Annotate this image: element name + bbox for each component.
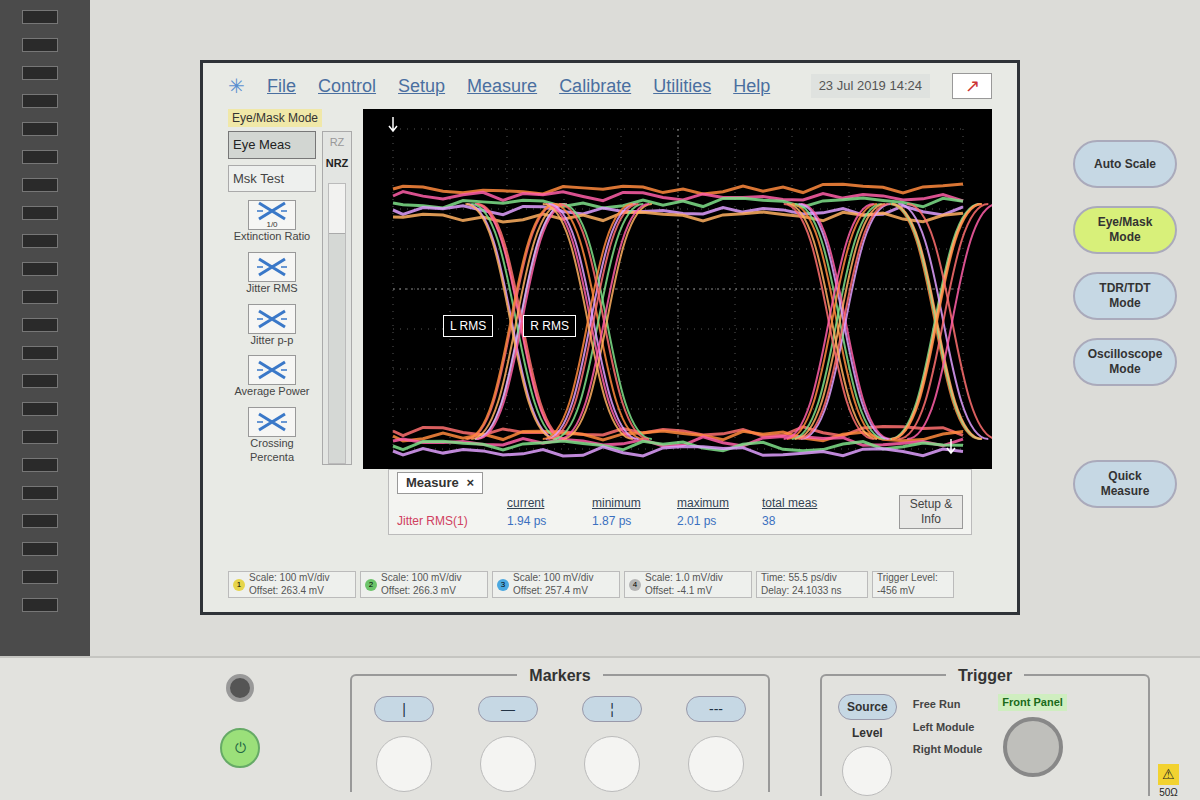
menu-bar: ✳FileControlSetupMeasureCalibrateUtiliti… <box>228 69 992 103</box>
connector-icon <box>1003 717 1063 777</box>
eye-measure-icon <box>255 412 289 432</box>
menu-item[interactable]: Measure <box>467 73 537 100</box>
coding-toggle[interactable]: NRZ <box>326 153 349 174</box>
measure-column: maximum <box>677 494 762 512</box>
instrument: ✳FileControlSetupMeasureCalibrateUtiliti… <box>0 0 1200 800</box>
measure-column: current <box>507 494 592 512</box>
front-buttons: Auto Scale Eye/Mask Mode TDR/TDT Mode Oscil… <box>1050 0 1200 656</box>
front-button[interactable]: Oscilloscope Mode <box>1073 338 1177 386</box>
setup-info-button[interactable]: Setup & Info <box>899 495 963 529</box>
measure-column: minimum <box>592 494 677 512</box>
channel-info[interactable]: 4Scale: 1.0 mV/divOffset: -4.1 mV <box>624 571 752 598</box>
rms-marker[interactable]: R RMS <box>523 315 576 337</box>
measurement-button[interactable]: 1/0Extinction Ratio <box>228 200 316 244</box>
power-button[interactable]: ⏻ <box>220 728 260 768</box>
menu-item[interactable]: Setup <box>398 73 445 100</box>
warning-icon: ⚠ <box>1158 764 1179 785</box>
coding-toggle[interactable]: RZ <box>330 132 345 153</box>
trigger-option[interactable]: Front Panel <box>998 694 1067 711</box>
close-icon[interactable]: × <box>466 475 474 490</box>
menu-item[interactable]: Help <box>733 73 770 100</box>
knob[interactable] <box>480 736 536 792</box>
trigger-info[interactable]: Trigger Level:-456 mV <box>872 571 954 598</box>
menu-item[interactable]: Calibrate <box>559 73 631 100</box>
date-time: 23 Jul 2019 14:24 <box>811 74 930 98</box>
measure-column: total meas <box>762 494 847 512</box>
trigger-option[interactable]: Free Run <box>913 696 983 713</box>
measurement-button[interactable]: Jitter RMS <box>228 252 316 296</box>
channel-info[interactable]: 3Scale: 100 mV/divOffset: 257.4 mV <box>492 571 620 598</box>
marker-button[interactable]: — <box>478 696 538 722</box>
trend-icon[interactable]: ↗ <box>952 73 992 99</box>
level-knob[interactable] <box>842 746 892 796</box>
channel-info[interactable]: 2Scale: 100 mV/divOffset: 266.3 mV <box>360 571 488 598</box>
graticule: L RMS R RMS <box>363 109 992 469</box>
scrollbar[interactable] <box>328 183 346 464</box>
channel-info[interactable]: 1Scale: 100 mV/divOffset: 263.4 mV <box>228 571 356 598</box>
knob[interactable] <box>688 736 744 792</box>
eye-diagram <box>363 109 992 467</box>
markers-group: Markers|—¦--- <box>350 674 770 792</box>
source-button[interactable]: Source <box>838 694 897 720</box>
marker-button[interactable]: ¦ <box>582 696 642 722</box>
bottom-panel: ⏻Markers|—¦---TriggerSourceLevelFree Run… <box>0 656 1200 800</box>
front-button[interactable]: TDR/TDT Mode <box>1073 272 1177 320</box>
knob[interactable] <box>584 736 640 792</box>
eye-measure-icon <box>255 201 289 221</box>
ground-jack-icon <box>226 674 254 702</box>
trigger-option[interactable]: Right Module <box>913 741 983 758</box>
front-button[interactable]: Eye/Mask Mode <box>1073 206 1177 254</box>
left-panel: Eye/Mask Mode Eye Meas Msk Test 1/0Extincti… <box>228 109 363 469</box>
menu-item[interactable]: Utilities <box>653 73 711 100</box>
menu-item[interactable]: Control <box>318 73 376 100</box>
measure-panel: Measure × currentminimummaximumtotal meas… <box>388 469 972 535</box>
rack-rail <box>0 0 90 656</box>
front-button[interactable]: Auto Scale <box>1073 140 1177 188</box>
eye-measure-icon <box>255 257 289 277</box>
trigger-group: TriggerSourceLevelFree RunLeft ModuleRig… <box>820 674 1150 796</box>
trigger-option[interactable]: Left Module <box>913 719 983 736</box>
status-bar: 1Scale: 100 mV/divOffset: 263.4 mV2Scale… <box>228 571 992 598</box>
marker-button[interactable]: | <box>374 696 434 722</box>
screen: ✳FileControlSetupMeasureCalibrateUtiliti… <box>200 60 1020 615</box>
level-label: Level <box>852 724 883 742</box>
mode-label: Eye/Mask Mode <box>228 109 322 127</box>
measurement-button[interactable]: Jitter p-p <box>228 304 316 348</box>
menu-item[interactable]: File <box>267 73 296 100</box>
eye-measure-icon <box>255 309 289 329</box>
marker-button[interactable]: --- <box>686 696 746 722</box>
knob[interactable] <box>376 736 432 792</box>
mode-tab[interactable]: Msk Test <box>228 165 316 193</box>
timebase-info[interactable]: Time: 55.5 ps/divDelay: 24.1033 ns <box>756 571 868 598</box>
measurement-button[interactable]: Average Power <box>228 355 316 399</box>
connector-label: 50Ω <box>1159 785 1178 800</box>
rms-marker[interactable]: L RMS <box>443 315 493 337</box>
eye-measure-icon <box>255 360 289 380</box>
front-button[interactable]: Quick Measure <box>1073 460 1177 508</box>
measurement-button[interactable]: Crossing Percenta <box>228 407 316 465</box>
mode-tab[interactable]: Eye Meas <box>228 131 316 159</box>
measure-tab[interactable]: Measure × <box>397 472 483 494</box>
measure-row: Jitter RMS(1)1.94 ps1.87 ps2.01 ps38 <box>397 512 899 530</box>
